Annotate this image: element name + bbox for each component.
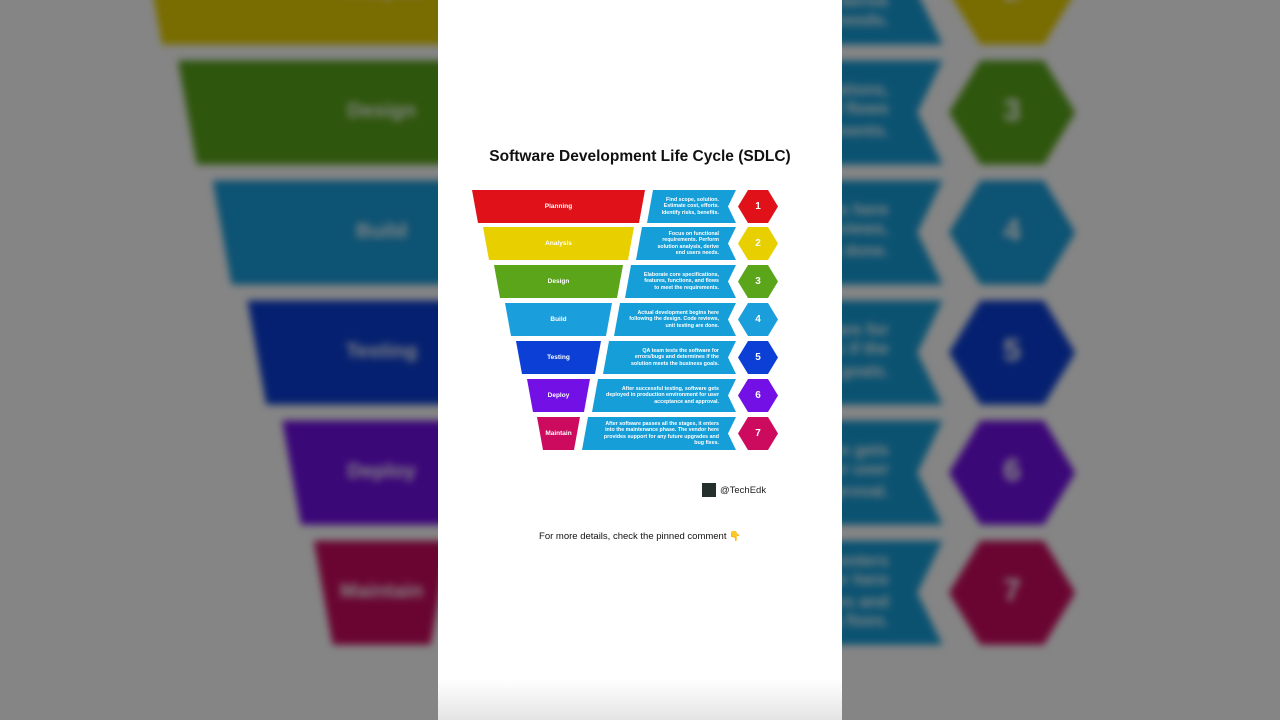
diagram-title: Software Development Life Cycle (SDLC) bbox=[489, 148, 791, 165]
stage-label-testing: Testing bbox=[516, 341, 601, 374]
sdlc-stage-row: Testing QA team tests the software for er… bbox=[470, 341, 782, 374]
pointing-down-icon: 👇 bbox=[729, 531, 741, 542]
stage-number-hexagon: 4 bbox=[738, 303, 778, 336]
stage-label-analysis: Analysis bbox=[483, 227, 634, 260]
bottom-fade bbox=[438, 680, 842, 720]
sdlc-stage-row: Analysis Focus on functional requirements… bbox=[470, 227, 782, 260]
channel-handle: @TechEdk bbox=[720, 484, 767, 496]
stage-description: Elaborate core specifications, features,… bbox=[643, 271, 719, 291]
stage-number-hexagon: 6 bbox=[738, 379, 778, 412]
stage-description-box: Actual development begins here following… bbox=[614, 303, 736, 336]
sdlc-stage-row: Maintain After software passes all the st… bbox=[470, 417, 782, 450]
sdlc-stage-row: Build Actual development begins here foll… bbox=[470, 303, 782, 336]
stage-label-design: Design bbox=[494, 265, 623, 298]
stage-description-box: Find scope, solution. Estimate cost, eff… bbox=[647, 190, 736, 223]
stage-description: Focus on functional requirements. Perfor… bbox=[657, 230, 719, 256]
channel-logo-icon bbox=[702, 483, 716, 497]
stage-number-hexagon: 2 bbox=[738, 227, 778, 260]
stage-description-box: After software passes all the stages, it… bbox=[582, 417, 736, 450]
stage-description-box: QA team tests the software for errors/bu… bbox=[603, 341, 736, 374]
stage-description: QA team tests the software for errors/bu… bbox=[630, 347, 719, 367]
stage-label-build: Build bbox=[505, 303, 612, 336]
stage-description: After successful testing, software gets … bbox=[606, 385, 720, 405]
stage-description-box: After successful testing, software gets … bbox=[592, 379, 736, 412]
sdlc-diagram: Planning Find scope, solution. Estimate c… bbox=[470, 188, 782, 456]
stage-description-box: Elaborate core specifications, features,… bbox=[625, 265, 736, 298]
stage-label-deploy: Deploy bbox=[527, 379, 590, 412]
stage-number-hexagon: 1 bbox=[738, 190, 778, 223]
sdlc-stage-row: Planning Find scope, solution. Estimate c… bbox=[470, 190, 782, 223]
video-panel[interactable]: Software Development Life Cycle (SDLC) P… bbox=[438, 0, 842, 720]
video-caption: For more details, check the pinned comme… bbox=[438, 531, 842, 542]
sdlc-stage-row: Deploy After successful testing, software… bbox=[470, 379, 782, 412]
channel-credit: @TechEdk bbox=[702, 483, 766, 497]
stage-number-hexagon: 5 bbox=[738, 341, 778, 374]
stage-description: Find scope, solution. Estimate cost, eff… bbox=[661, 196, 719, 216]
stage-description: After software passes all the stages, it… bbox=[603, 420, 719, 446]
caption-text: For more details, check the pinned comme… bbox=[539, 531, 727, 542]
sdlc-stage-row: Design Elaborate core specifications, fea… bbox=[470, 265, 782, 298]
stage-label-planning: Planning bbox=[472, 190, 645, 223]
stage-description: Actual development begins here following… bbox=[629, 309, 719, 329]
stage-label-maintain: Maintain bbox=[537, 417, 580, 450]
stage-number-hexagon: 3 bbox=[738, 265, 778, 298]
stage-number-hexagon: 7 bbox=[738, 417, 778, 450]
stage-description-box: Focus on functional requirements. Perfor… bbox=[636, 227, 736, 260]
